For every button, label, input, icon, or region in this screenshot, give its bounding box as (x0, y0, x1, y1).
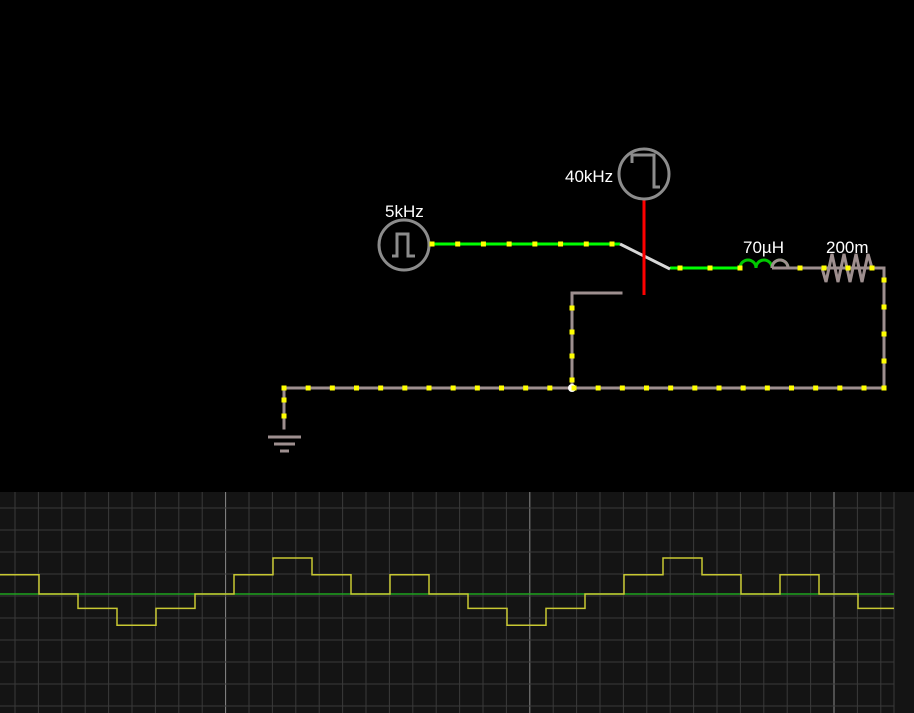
current-dot (558, 241, 564, 247)
current-dot (281, 397, 287, 403)
circuit-canvas[interactable]: 5kHz 40kHz 70µH 200m (0, 0, 914, 492)
current-dot (813, 385, 819, 391)
current-dot (881, 385, 887, 391)
square-wave-icon (630, 153, 660, 189)
wire-switch-throw[interactable] (570, 291, 623, 390)
current-dot (547, 385, 553, 391)
wire-bottom-return[interactable] (282, 386, 886, 430)
current-dot (506, 241, 512, 247)
current-dot (764, 385, 770, 391)
label-40khz: 40kHz (565, 167, 613, 186)
current-dot (305, 385, 311, 391)
current-dot (595, 385, 601, 391)
current-dot (619, 385, 625, 391)
current-dot (532, 241, 538, 247)
current-dot (402, 385, 408, 391)
current-dot (569, 329, 575, 335)
current-dot (881, 358, 887, 364)
square-wave-source-40khz[interactable] (617, 147, 671, 201)
current-dot (737, 265, 743, 271)
oscilloscope-panel[interactable] (0, 492, 914, 713)
current-dot (569, 353, 575, 359)
current-dot (692, 385, 698, 391)
current-dot (869, 265, 875, 271)
current-dot (821, 265, 827, 271)
current-dot (677, 265, 683, 271)
current-dot (474, 385, 480, 391)
current-dot (378, 385, 384, 391)
current-dot (881, 304, 887, 310)
current-dot (281, 385, 287, 391)
current-dot (480, 241, 486, 247)
square-wave-icon (392, 232, 415, 258)
current-dot (455, 241, 461, 247)
current-dot (716, 385, 722, 391)
current-dot (845, 265, 851, 271)
current-dot (281, 413, 287, 419)
current-dot (797, 265, 803, 271)
current-dot (583, 241, 589, 247)
wire-resistor-right[interactable] (788, 266, 886, 390)
current-dot (571, 385, 577, 391)
current-dot (499, 385, 504, 391)
current-dot (789, 385, 794, 391)
label-resistor: 200m (826, 238, 869, 257)
idle-wires[interactable] (282, 266, 886, 430)
current-dot (668, 385, 674, 391)
current-dot (837, 385, 843, 391)
current-dot (881, 277, 887, 283)
current-dot (329, 385, 335, 391)
current-dot (354, 385, 359, 391)
current-dot (881, 331, 887, 337)
current-dot (740, 385, 746, 391)
current-dot (861, 385, 867, 391)
current-dot (569, 377, 575, 383)
live-wires[interactable] (430, 242, 740, 270)
current-dot (569, 305, 575, 311)
current-dot (523, 385, 529, 391)
label-inductor: 70µH (743, 238, 784, 257)
ground-icon[interactable] (268, 435, 301, 453)
current-dot (609, 241, 615, 247)
current-dot (644, 385, 649, 391)
square-wave-source-5khz[interactable] (377, 218, 431, 272)
label-5khz: 5kHz (385, 202, 424, 221)
current-dot (707, 265, 713, 271)
current-dot (450, 385, 456, 391)
current-dot (426, 385, 432, 391)
current-dot (429, 241, 435, 247)
